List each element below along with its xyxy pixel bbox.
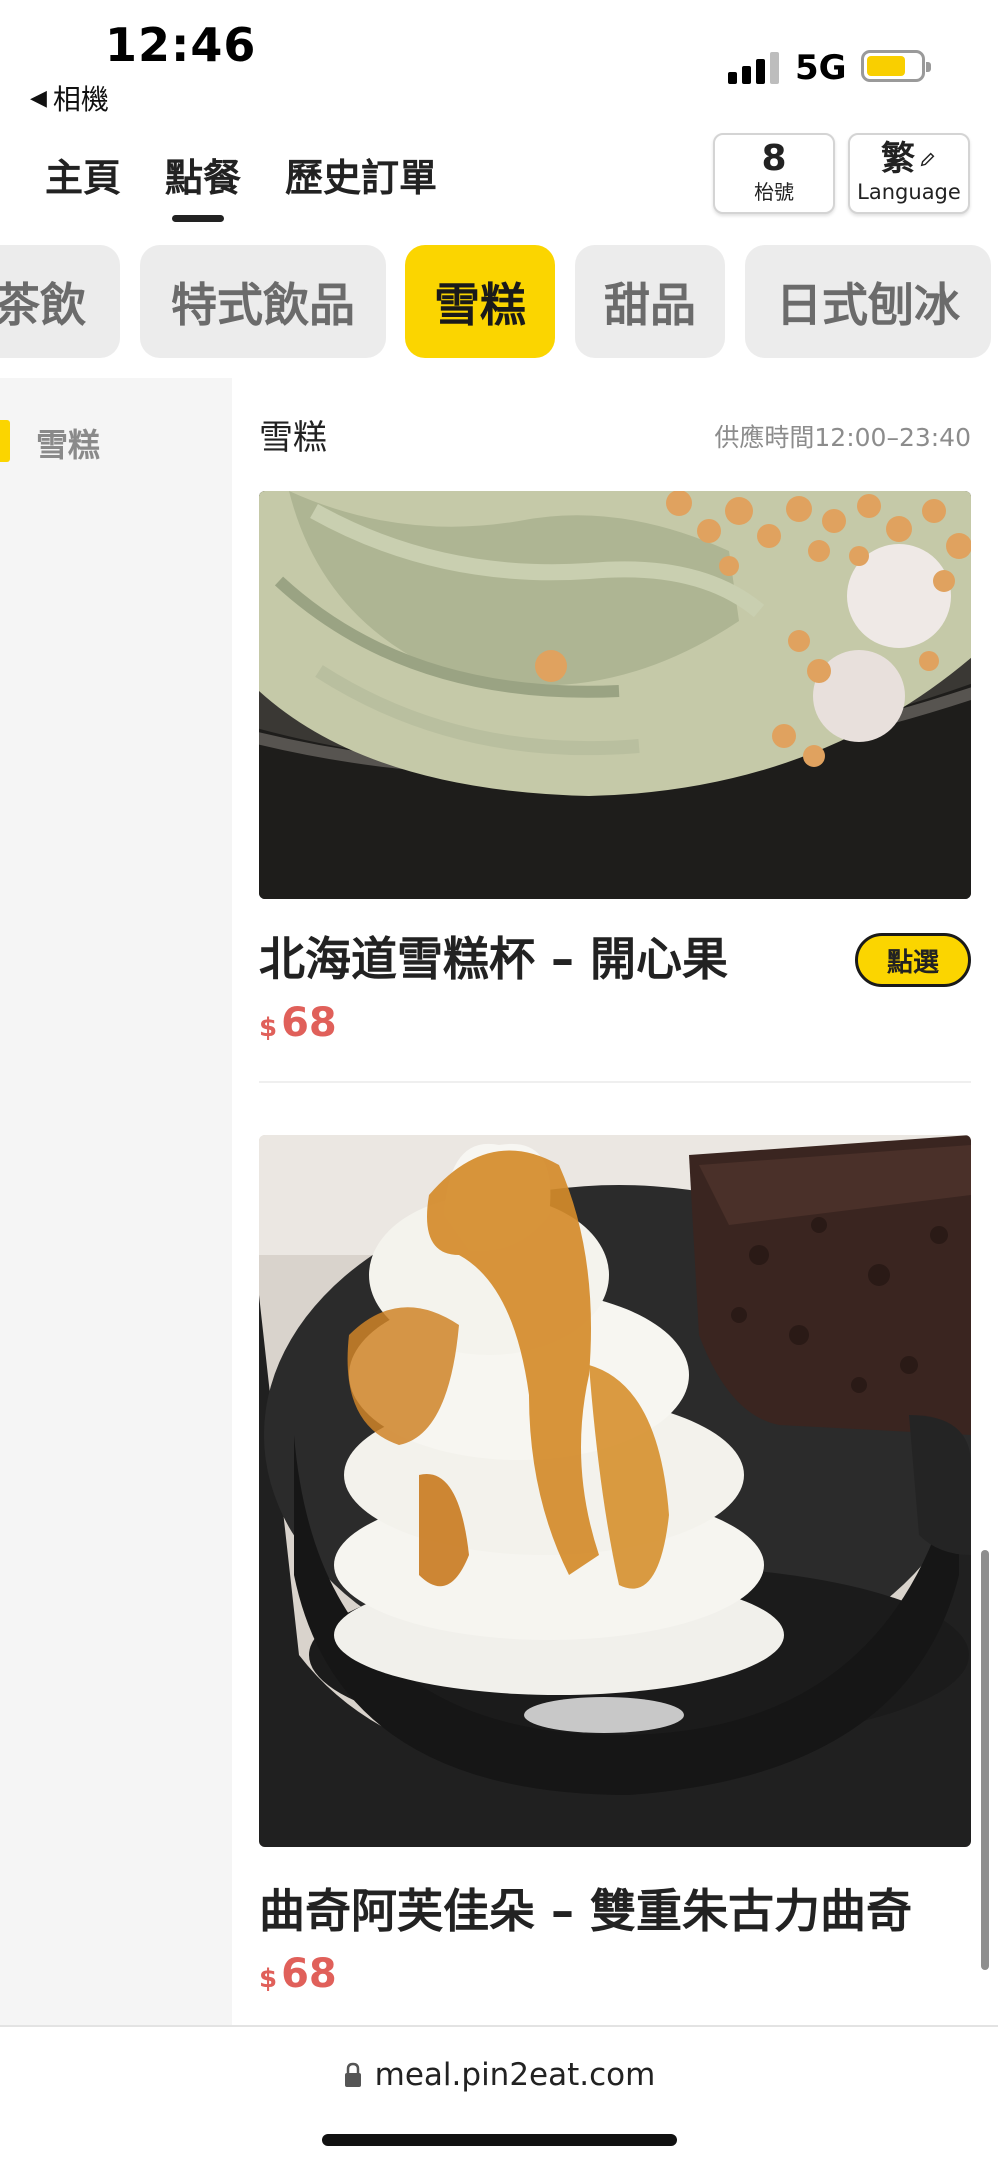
- tab-home[interactable]: 主頁: [45, 147, 121, 202]
- category-chips: 茶飲 特式飲品 雪糕 甜品 日式刨冰: [0, 245, 998, 360]
- price-currency: $: [259, 1964, 278, 1994]
- item-price: $ 68: [259, 1000, 337, 1046]
- category-chip-special-drinks[interactable]: 特式飲品: [140, 245, 386, 358]
- lock-icon: [344, 2062, 361, 2087]
- price-value: 68: [281, 1951, 337, 1997]
- table-number-button[interactable]: 8 枱號: [713, 133, 835, 214]
- category-chip-tea[interactable]: 茶飲: [0, 245, 120, 358]
- subcategory-sidebar: 雪糕: [0, 378, 232, 2025]
- language-button[interactable]: 繁 Language: [848, 133, 970, 214]
- price-currency: $: [259, 1013, 278, 1043]
- tab-order-history[interactable]: 歷史訂單: [285, 147, 437, 202]
- item-divider: [259, 1081, 971, 1083]
- item-price: $ 68: [259, 1951, 337, 1997]
- category-chip-desserts[interactable]: 甜品: [575, 245, 725, 358]
- item-name[interactable]: 曲奇阿芙佳朵 – 雙重朱古力曲奇: [259, 1875, 912, 1941]
- price-value: 68: [281, 1000, 337, 1046]
- battery-icon: [861, 50, 931, 82]
- scrollbar[interactable]: [981, 1550, 989, 1970]
- language-label: Language: [857, 180, 961, 204]
- table-number: 8: [761, 138, 787, 179]
- item-photo-affogato[interactable]: [259, 1135, 971, 1847]
- page-url: meal.pin2eat.com: [374, 2057, 656, 2093]
- category-chip-ice-cream[interactable]: 雪糕: [405, 245, 555, 358]
- serving-time: 供應時間12:00–23:40: [714, 423, 971, 452]
- item-photo-pistachio[interactable]: [259, 491, 971, 899]
- active-marker: [0, 420, 10, 462]
- item-name[interactable]: 北海道雪糕杯 – 開心果: [259, 923, 728, 989]
- tab-order[interactable]: 點餐: [165, 147, 241, 202]
- menu-content: 雪糕 供應時間12:00–23:40 北海道雪糕杯 – 開心果 $ 68 點選 …: [232, 378, 998, 2025]
- status-bar: 12:46 ◀ 相機 5G: [0, 0, 998, 125]
- signal-icon: [728, 50, 780, 84]
- home-indicator[interactable]: [322, 2134, 677, 2146]
- status-time: 12:46: [105, 18, 257, 72]
- back-app-label: 相機: [52, 83, 109, 116]
- top-nav: 主頁 點餐 歷史訂單 8 枱號 繁 Language: [0, 125, 998, 235]
- active-tab-indicator: [172, 215, 224, 222]
- sidebar-item-ice-cream[interactable]: 雪糕: [0, 416, 232, 466]
- back-to-app-link[interactable]: ◀ 相機: [30, 78, 109, 118]
- sidebar-item-label: 雪糕: [36, 426, 101, 464]
- section-title: 雪糕: [259, 418, 327, 458]
- category-chip-shaved-ice[interactable]: 日式刨冰: [745, 245, 991, 358]
- network-type: 5G: [795, 48, 847, 88]
- back-arrow-icon: ◀: [30, 85, 47, 111]
- pencil-icon: [920, 152, 935, 167]
- browser-url-bar[interactable]: meal.pin2eat.com: [0, 2025, 998, 2160]
- current-language: 繁: [881, 139, 915, 179]
- select-item-button[interactable]: 點選: [855, 933, 971, 987]
- table-label: 枱號: [754, 180, 794, 204]
